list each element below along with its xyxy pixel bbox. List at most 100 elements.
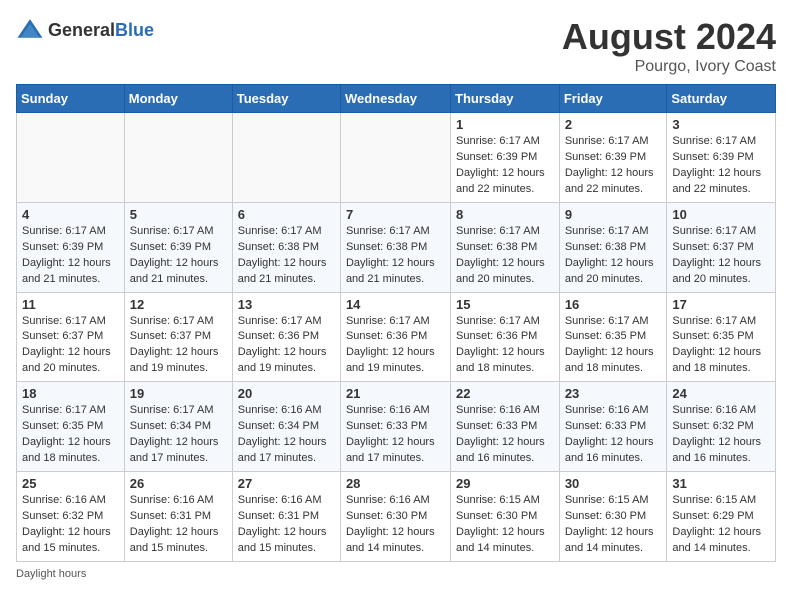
calendar-day-header: Sunday	[17, 85, 125, 113]
day-number: 4	[22, 207, 119, 222]
day-number: 19	[130, 386, 227, 401]
logo: GeneralBlue	[16, 16, 154, 44]
calendar-cell: 1Sunrise: 6:17 AM Sunset: 6:39 PM Daylig…	[451, 113, 560, 203]
day-info: Sunrise: 6:16 AM Sunset: 6:32 PM Dayligh…	[22, 493, 119, 557]
day-info: Sunrise: 6:17 AM Sunset: 6:34 PM Dayligh…	[130, 403, 227, 467]
day-info: Sunrise: 6:17 AM Sunset: 6:38 PM Dayligh…	[238, 224, 335, 288]
calendar-cell: 16 Sunrise: 6:17 AM Sunset: 6:35 PM Dayli…	[559, 292, 667, 382]
generalblue-logo-icon	[16, 16, 44, 44]
day-number: 3	[672, 117, 770, 132]
day-number: 16	[565, 297, 662, 312]
day-info: Sunrise: 6:15 AM Sunset: 6:30 PM Dayligh…	[565, 493, 662, 557]
calendar-cell: 28Sunrise: 6:16 AM Sunset: 6:30 PM Dayli…	[340, 472, 450, 562]
calendar-cell: 12Sunrise: 6:17 AM Sunset: 6:37 PM Dayli…	[124, 292, 232, 382]
calendar-cell	[17, 113, 125, 203]
day-info: Sunrise: 6:17 AM Sunset: 6:38 PM Dayligh…	[565, 224, 662, 288]
day-number: 25	[22, 476, 119, 491]
day-info: Sunrise: 6:17 AM Sunset: 6:38 PM Dayligh…	[456, 224, 554, 288]
title-area: August 2024 Pourgo, Ivory Coast	[562, 16, 776, 76]
day-info: Sunrise: 6:17 AM Sunset: 6:39 PM Dayligh…	[565, 134, 662, 198]
calendar-cell: 4 Sunrise: 6:17 AM Sunset: 6:39 PM Daylig…	[17, 202, 125, 292]
calendar-header-row: SundayMondayTuesdayWednesdayThursdayFrid…	[17, 85, 776, 113]
calendar-cell: 6 Sunrise: 6:17 AM Sunset: 6:38 PM Daylig…	[232, 202, 340, 292]
calendar-day-header: Thursday	[451, 85, 560, 113]
day-number: 13	[238, 297, 335, 312]
calendar-cell: 23 Sunrise: 6:16 AM Sunset: 6:33 PM Dayli…	[559, 382, 667, 472]
day-info: Sunrise: 6:16 AM Sunset: 6:34 PM Dayligh…	[238, 403, 335, 467]
calendar-cell: 11Sunrise: 6:17 AM Sunset: 6:37 PM Dayli…	[17, 292, 125, 382]
day-info: Sunrise: 6:17 AM Sunset: 6:35 PM Dayligh…	[22, 403, 119, 467]
calendar-cell: 14Sunrise: 6:17 AM Sunset: 6:36 PM Dayli…	[340, 292, 450, 382]
calendar-day-header: Saturday	[667, 85, 776, 113]
day-info: Sunrise: 6:17 AM Sunset: 6:39 PM Dayligh…	[22, 224, 119, 288]
day-info: Sunrise: 6:16 AM Sunset: 6:30 PM Dayligh…	[346, 493, 445, 557]
day-number: 10	[672, 207, 770, 222]
calendar-cell: 29 Sunrise: 6:15 AM Sunset: 6:30 PM Dayli…	[451, 472, 560, 562]
calendar-cell: 21 Sunrise: 6:16 AM Sunset: 6:33 PM Dayli…	[340, 382, 450, 472]
calendar-cell: 13 Sunrise: 6:17 AM Sunset: 6:36 PM Dayli…	[232, 292, 340, 382]
day-info: Sunrise: 6:16 AM Sunset: 6:32 PM Dayligh…	[672, 403, 770, 467]
day-info: Sunrise: 6:17 AM Sunset: 6:38 PM Dayligh…	[346, 224, 445, 288]
calendar-cell: 24 Sunrise: 6:16 AM Sunset: 6:32 PM Dayli…	[667, 382, 776, 472]
page-header: GeneralBlue August 2024 Pourgo, Ivory Co…	[16, 16, 776, 76]
day-number: 15	[456, 297, 554, 312]
calendar-day-header: Monday	[124, 85, 232, 113]
day-info: Sunrise: 6:17 AM Sunset: 6:37 PM Dayligh…	[672, 224, 770, 288]
calendar-cell: 17Sunrise: 6:17 AM Sunset: 6:35 PM Dayli…	[667, 292, 776, 382]
day-info: Sunrise: 6:17 AM Sunset: 6:37 PM Dayligh…	[22, 314, 119, 378]
day-info: Sunrise: 6:16 AM Sunset: 6:33 PM Dayligh…	[346, 403, 445, 467]
day-number: 5	[130, 207, 227, 222]
footer: Daylight hours	[16, 568, 776, 580]
calendar-day-header: Wednesday	[340, 85, 450, 113]
month-title: August 2024	[562, 16, 776, 58]
daylight-label: Daylight hours	[16, 568, 86, 580]
calendar-cell: 19 Sunrise: 6:17 AM Sunset: 6:34 PM Dayli…	[124, 382, 232, 472]
day-info: Sunrise: 6:17 AM Sunset: 6:39 PM Dayligh…	[672, 134, 770, 198]
day-info: Sunrise: 6:15 AM Sunset: 6:29 PM Dayligh…	[672, 493, 770, 557]
logo-text: GeneralBlue	[48, 20, 154, 41]
day-info: Sunrise: 6:17 AM Sunset: 6:36 PM Dayligh…	[238, 314, 335, 378]
day-info: Sunrise: 6:17 AM Sunset: 6:39 PM Dayligh…	[130, 224, 227, 288]
day-number: 26	[130, 476, 227, 491]
calendar-week-row: 18Sunrise: 6:17 AM Sunset: 6:35 PM Dayli…	[17, 382, 776, 472]
calendar-cell: 31 Sunrise: 6:15 AM Sunset: 6:29 PM Dayli…	[667, 472, 776, 562]
location: Pourgo, Ivory Coast	[562, 58, 776, 76]
day-number: 22	[456, 386, 554, 401]
calendar-cell: 15 Sunrise: 6:17 AM Sunset: 6:36 PM Dayli…	[451, 292, 560, 382]
day-info: Sunrise: 6:15 AM Sunset: 6:30 PM Dayligh…	[456, 493, 554, 557]
calendar-cell: 25 Sunrise: 6:16 AM Sunset: 6:32 PM Dayli…	[17, 472, 125, 562]
logo-general: General	[48, 20, 115, 40]
calendar-cell: 7Sunrise: 6:17 AM Sunset: 6:38 PM Daylig…	[340, 202, 450, 292]
calendar-cell: 3 Sunrise: 6:17 AM Sunset: 6:39 PM Daylig…	[667, 113, 776, 203]
logo-blue: Blue	[115, 20, 154, 40]
calendar-cell: 5 Sunrise: 6:17 AM Sunset: 6:39 PM Daylig…	[124, 202, 232, 292]
day-number: 29	[456, 476, 554, 491]
day-number: 23	[565, 386, 662, 401]
day-info: Sunrise: 6:16 AM Sunset: 6:33 PM Dayligh…	[456, 403, 554, 467]
day-info: Sunrise: 6:16 AM Sunset: 6:31 PM Dayligh…	[130, 493, 227, 557]
day-info: Sunrise: 6:16 AM Sunset: 6:33 PM Dayligh…	[565, 403, 662, 467]
calendar-cell: 26 Sunrise: 6:16 AM Sunset: 6:31 PM Dayli…	[124, 472, 232, 562]
calendar-cell	[232, 113, 340, 203]
calendar-cell: 18Sunrise: 6:17 AM Sunset: 6:35 PM Dayli…	[17, 382, 125, 472]
calendar-cell: 10 Sunrise: 6:17 AM Sunset: 6:37 PM Dayli…	[667, 202, 776, 292]
day-number: 2	[565, 117, 662, 132]
day-number: 24	[672, 386, 770, 401]
day-info: Sunrise: 6:17 AM Sunset: 6:36 PM Dayligh…	[456, 314, 554, 378]
calendar-day-header: Tuesday	[232, 85, 340, 113]
day-number: 9	[565, 207, 662, 222]
day-number: 21	[346, 386, 445, 401]
calendar-cell: 8Sunrise: 6:17 AM Sunset: 6:38 PM Daylig…	[451, 202, 560, 292]
calendar-week-row: 1Sunrise: 6:17 AM Sunset: 6:39 PM Daylig…	[17, 113, 776, 203]
calendar-week-row: 11Sunrise: 6:17 AM Sunset: 6:37 PM Dayli…	[17, 292, 776, 382]
day-number: 6	[238, 207, 335, 222]
day-info: Sunrise: 6:17 AM Sunset: 6:35 PM Dayligh…	[565, 314, 662, 378]
calendar-cell	[340, 113, 450, 203]
day-number: 27	[238, 476, 335, 491]
day-number: 17	[672, 297, 770, 312]
calendar-cell: 20Sunrise: 6:16 AM Sunset: 6:34 PM Dayli…	[232, 382, 340, 472]
day-number: 31	[672, 476, 770, 491]
calendar-day-header: Friday	[559, 85, 667, 113]
calendar-cell: 22 Sunrise: 6:16 AM Sunset: 6:33 PM Dayli…	[451, 382, 560, 472]
calendar-cell	[124, 113, 232, 203]
